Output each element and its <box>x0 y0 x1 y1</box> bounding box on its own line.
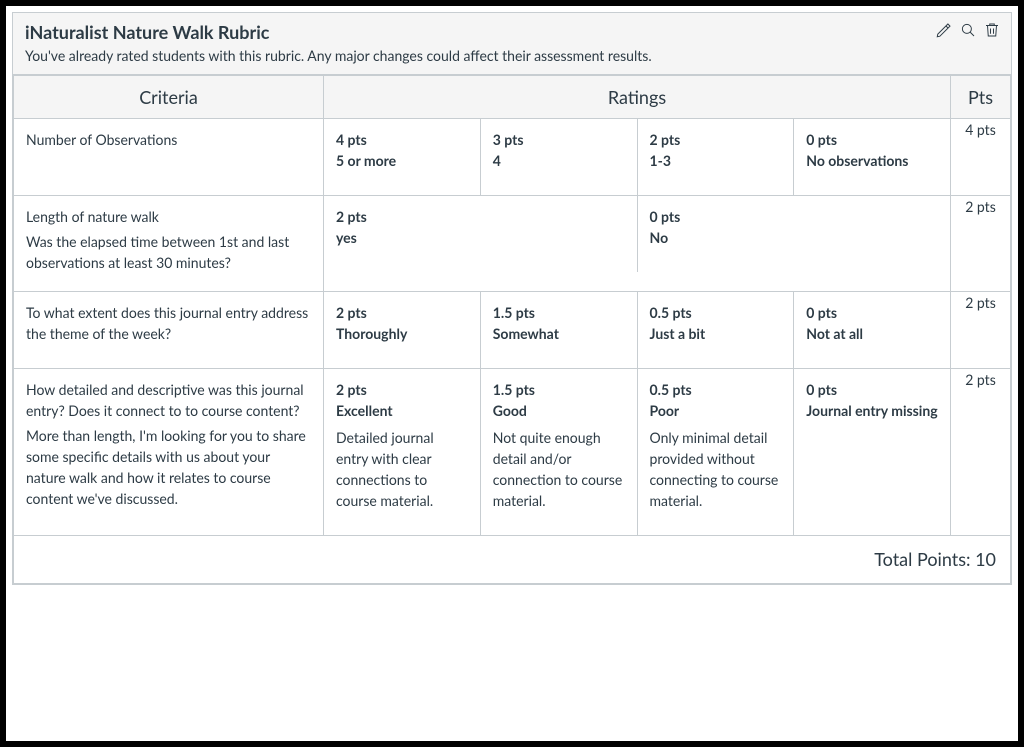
ratings-cell: 2 ptsThoroughly1.5 ptsSomewhat0.5 ptsJus… <box>324 292 951 369</box>
rubric-subtitle: You've already rated students with this … <box>25 47 999 64</box>
ratings-wrap: 4 pts5 or more3 pts42 pts1-30 ptsNo obse… <box>324 119 950 195</box>
criterion-title: How detailed and descriptive was this jo… <box>26 379 311 421</box>
criterion-title: Number of Observations <box>26 129 311 150</box>
rating-pts: 0 pts <box>806 379 938 400</box>
rating-cell[interactable]: 0.5 ptsPoor Only minimal detail provided … <box>638 369 795 535</box>
rubric-table: Criteria Ratings Pts Number of Observati… <box>13 75 1011 584</box>
criterion-detail: Was the elapsed time between 1st and las… <box>26 231 311 273</box>
rating-label: Somewhat <box>493 323 625 344</box>
ratings-wrap: 2 ptsyes0 ptsNo <box>324 196 950 272</box>
ratings-cell: 4 pts5 or more3 pts42 pts1-30 ptsNo obse… <box>324 119 951 196</box>
rating-label: Just a bit <box>650 323 782 344</box>
rating-cell[interactable]: 1.5 ptsGood Not quite enough detail and/o… <box>481 369 638 535</box>
header-icons <box>935 21 1001 43</box>
criterion-detail: More than length, I'm looking for you to… <box>26 425 311 509</box>
trash-icon[interactable] <box>983 21 1001 43</box>
rubric-header: iNaturalist Nature Walk Rubric You've al… <box>13 13 1011 75</box>
rating-label: Poor <box>650 400 782 421</box>
ratings-cell: 2 ptsyes0 ptsNo <box>324 196 951 292</box>
rating-cell[interactable]: 2 pts1-3 <box>638 119 795 195</box>
criterion-cell: To what extent does this journal entry a… <box>14 292 324 369</box>
criterion-cell: How detailed and descriptive was this jo… <box>14 369 324 536</box>
criterion-row: How detailed and descriptive was this jo… <box>14 369 1011 536</box>
rating-pts: 2 pts <box>650 129 782 150</box>
criterion-title: Length of nature walk <box>26 206 311 227</box>
criterion-row: To what extent does this journal entry a… <box>14 292 1011 369</box>
rating-pts: 2 pts <box>336 206 625 227</box>
ratings-wrap: 2 ptsExcellent Detailed journal entry wit… <box>324 369 950 535</box>
rating-label: No observations <box>806 150 938 171</box>
rating-pts: 0.5 pts <box>650 302 782 323</box>
criterion-pts: 2 pts <box>951 292 1011 369</box>
rating-desc: Only minimal detail provided without con… <box>650 427 782 511</box>
rating-cell[interactable]: 0.5 ptsJust a bit <box>638 292 795 368</box>
criterion-pts: 4 pts <box>951 119 1011 196</box>
rating-pts: 0 pts <box>650 206 939 227</box>
header-ratings: Ratings <box>324 76 951 119</box>
rating-label: Journal entry missing <box>806 400 938 421</box>
rating-label: No <box>650 227 939 248</box>
criterion-row: Number of Observations4 pts5 or more3 pt… <box>14 119 1011 196</box>
ratings-wrap: 2 ptsThoroughly1.5 ptsSomewhat0.5 ptsJus… <box>324 292 950 368</box>
rating-label: yes <box>336 227 625 248</box>
header-pts: Pts <box>951 76 1011 119</box>
rating-pts: 0 pts <box>806 129 938 150</box>
rating-cell[interactable]: 2 ptsExcellent Detailed journal entry wit… <box>324 369 481 535</box>
rating-pts: 1.5 pts <box>493 379 625 400</box>
rating-cell[interactable]: 0 ptsNo <box>638 196 951 272</box>
ratings-cell: 2 ptsExcellent Detailed journal entry wit… <box>324 369 951 536</box>
criterion-pts: 2 pts <box>951 196 1011 292</box>
rubric-container: iNaturalist Nature Walk Rubric You've al… <box>12 12 1012 585</box>
criterion-title: To what extent does this journal entry a… <box>26 302 311 344</box>
criterion-row: Length of nature walk Was the elapsed tim… <box>14 196 1011 292</box>
magnifier-icon[interactable] <box>959 21 977 43</box>
rating-label: Good <box>493 400 625 421</box>
rating-cell[interactable]: 1.5 ptsSomewhat <box>481 292 638 368</box>
rating-pts: 4 pts <box>336 129 468 150</box>
rating-desc: Not quite enough detail and/or connectio… <box>493 427 625 511</box>
rating-cell[interactable]: 2 ptsThoroughly <box>324 292 481 368</box>
criterion-cell: Length of nature walk Was the elapsed tim… <box>14 196 324 292</box>
rating-cell[interactable]: 0 ptsNot at all <box>794 292 950 368</box>
criterion-cell: Number of Observations <box>14 119 324 196</box>
rating-pts: 2 pts <box>336 379 468 400</box>
rating-cell[interactable]: 3 pts4 <box>481 119 638 195</box>
rating-label: Thoroughly <box>336 323 468 344</box>
rating-label: 5 or more <box>336 150 468 171</box>
rating-pts: 3 pts <box>493 129 625 150</box>
rubric-title: iNaturalist Nature Walk Rubric <box>25 21 999 43</box>
header-criteria: Criteria <box>14 76 324 119</box>
rating-pts: 0.5 pts <box>650 379 782 400</box>
rating-label: Not at all <box>806 323 938 344</box>
rating-label: Excellent <box>336 400 468 421</box>
criterion-pts: 2 pts <box>951 369 1011 536</box>
rating-cell[interactable]: 0 ptsNo observations <box>794 119 950 195</box>
rating-cell[interactable]: 2 ptsyes <box>324 196 638 272</box>
rating-label: 4 <box>493 150 625 171</box>
rating-pts: 0 pts <box>806 302 938 323</box>
table-header-row: Criteria Ratings Pts <box>14 76 1011 119</box>
rating-cell[interactable]: 4 pts5 or more <box>324 119 481 195</box>
rating-desc: Detailed journal entry with clear connec… <box>336 427 468 511</box>
rating-cell[interactable]: 0 ptsJournal entry missing <box>794 369 950 535</box>
rating-pts: 2 pts <box>336 302 468 323</box>
rating-label: 1-3 <box>650 150 782 171</box>
total-points: Total Points: 10 <box>14 536 1011 584</box>
total-row: Total Points: 10 <box>14 536 1011 584</box>
rating-pts: 1.5 pts <box>493 302 625 323</box>
pencil-icon[interactable] <box>935 21 953 43</box>
